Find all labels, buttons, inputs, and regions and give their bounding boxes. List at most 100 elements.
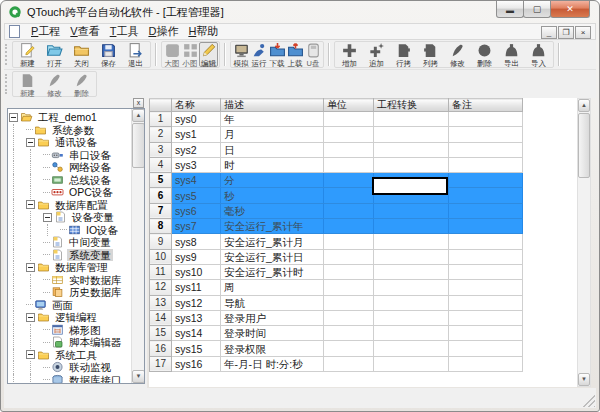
cell-name[interactable]: sys13 <box>172 310 221 325</box>
toolbar-button-big-icons[interactable]: 大图 <box>163 42 181 67</box>
row-number[interactable]: 13 <box>150 295 172 310</box>
cell-unit[interactable] <box>324 112 374 127</box>
cell-note[interactable] <box>449 264 523 279</box>
row-number[interactable]: 3 <box>150 142 172 157</box>
tree-item-通讯设备[interactable]: 通讯设备 <box>9 136 130 149</box>
cell-note[interactable] <box>449 280 523 295</box>
cell-name[interactable]: sys6 <box>172 203 221 218</box>
row-number[interactable]: 9 <box>150 234 172 249</box>
cell-unit[interactable] <box>324 188 374 203</box>
cell-conv[interactable] <box>374 341 449 356</box>
toolbar-button-small-icons[interactable]: 小图 <box>181 42 199 67</box>
cell-note[interactable] <box>449 219 523 234</box>
row-number[interactable]: 12 <box>150 280 172 295</box>
row-number[interactable]: 10 <box>150 249 172 264</box>
tree-item-系统参数[interactable]: 系统参数 <box>9 124 130 137</box>
cell-desc[interactable]: 登录用户 <box>221 310 324 325</box>
tree-expander-minus[interactable] <box>26 138 35 147</box>
cell-desc[interactable]: 秒 <box>221 188 324 203</box>
tree-item-OPC设备[interactable]: OPC设备 <box>9 186 130 199</box>
menu-P工程[interactable]: P工程 <box>26 24 65 38</box>
cell-conv[interactable] <box>374 310 449 325</box>
cell-desc[interactable]: 安全运行_累计日 <box>221 249 324 264</box>
tree-scrollbar[interactable]: ▲ ▼ <box>131 109 144 383</box>
row-number[interactable]: 17 <box>150 356 172 371</box>
cell-desc[interactable]: 月 <box>221 127 324 142</box>
tree-item-实时数据库[interactable]: 实时数据库 <box>9 274 130 287</box>
toolbar-button-simulate[interactable]: 模拟 <box>232 42 250 67</box>
cell-conv[interactable] <box>374 264 449 279</box>
tree-expander-minus[interactable] <box>26 313 35 322</box>
cell-unit[interactable] <box>324 280 374 295</box>
menu-D操作[interactable]: D操作 <box>143 24 183 38</box>
cell-note[interactable] <box>449 203 523 218</box>
toolbar-button-folder-open[interactable]: 打开 <box>41 42 68 67</box>
cell-unit[interactable] <box>324 127 374 142</box>
cell-conv[interactable] <box>374 142 449 157</box>
cell-conv[interactable] <box>374 326 449 341</box>
tree-expander-minus[interactable] <box>26 350 35 359</box>
tree-item-中间变量[interactable]: 中间变量 <box>9 236 130 249</box>
column-header-单位[interactable]: 单位 <box>324 99 374 112</box>
cell-note[interactable] <box>449 295 523 310</box>
row-number[interactable]: 5 <box>150 173 172 188</box>
cell-name[interactable]: sys10 <box>172 264 221 279</box>
cell-name[interactable]: sys16 <box>172 356 221 371</box>
tree-item-总线设备[interactable]: 总线设备 <box>9 174 130 187</box>
toolbar-button-save[interactable]: 保存 <box>95 42 122 67</box>
toolbar-button-add[interactable]: 增加 <box>336 42 363 67</box>
cell-unit[interactable] <box>324 173 374 188</box>
toolbar-button-delete[interactable]: 删除 <box>471 42 498 67</box>
dock-close-button[interactable]: x <box>133 98 144 108</box>
tree-expander-minus[interactable] <box>43 213 52 222</box>
toolbar-button-folder-close[interactable]: 关闭 <box>68 42 95 67</box>
cell-name[interactable]: sys15 <box>172 341 221 356</box>
cell-conv[interactable] <box>374 127 449 142</box>
tree-item-画面[interactable]: 画面 <box>9 299 130 312</box>
tree-item-设备变量[interactable]: 设备变量 <box>9 211 130 224</box>
cell-note[interactable] <box>449 127 523 142</box>
cell-unit[interactable] <box>324 310 374 325</box>
row-number[interactable]: 16 <box>150 341 172 356</box>
cell-desc[interactable]: 时 <box>221 157 324 172</box>
cell-conv[interactable] <box>374 112 449 127</box>
cell-desc[interactable]: 安全运行_累计月 <box>221 234 324 249</box>
cell-desc[interactable]: 导航 <box>221 295 324 310</box>
cell-note[interactable] <box>449 173 523 188</box>
cell-name[interactable]: sys12 <box>172 295 221 310</box>
row-number[interactable]: 7 <box>150 203 172 218</box>
tree-scroll-up-button[interactable]: ▲ <box>132 109 145 122</box>
toolbar-button-row-copy[interactable]: 行拷 <box>390 42 417 67</box>
cell-conv[interactable] <box>374 157 449 172</box>
tree-item-数据库管理[interactable]: 数据库管理 <box>9 261 130 274</box>
cell-note[interactable] <box>449 112 523 127</box>
cell-name[interactable]: sys1 <box>172 127 221 142</box>
cell-note[interactable] <box>449 234 523 249</box>
cell-unit[interactable] <box>324 203 374 218</box>
column-header-corner[interactable] <box>150 99 172 112</box>
cell-note[interactable] <box>449 341 523 356</box>
tree-item-网络设备[interactable]: 网络设备 <box>9 161 130 174</box>
cell-note[interactable] <box>449 326 523 341</box>
tree-expander-minus[interactable] <box>9 113 18 122</box>
cell-name[interactable]: sys7 <box>172 219 221 234</box>
toolbar-button-append[interactable]: 追加 <box>363 42 390 67</box>
cell-desc[interactable]: 登录权限 <box>221 341 324 356</box>
cell-name[interactable]: sys9 <box>172 249 221 264</box>
row-number[interactable]: 4 <box>150 157 172 172</box>
row-number[interactable]: 8 <box>150 219 172 234</box>
menu-T工具[interactable]: T工具 <box>105 24 144 38</box>
resize-grip[interactable] <box>582 394 595 407</box>
toolbar-button-col-copy[interactable]: 列拷 <box>417 42 444 67</box>
cell-unit[interactable] <box>324 157 374 172</box>
cell-conv[interactable] <box>374 295 449 310</box>
tree-item-逻辑编程[interactable]: 逻辑编程 <box>9 311 130 324</box>
tree-item-梯形图[interactable]: 梯形图 <box>9 324 130 337</box>
cell-desc[interactable]: 毫秒 <box>221 203 324 218</box>
table-scroll-down-button[interactable]: ▼ <box>578 373 590 386</box>
cell-desc[interactable]: 安全运行_累计年 <box>221 219 324 234</box>
column-header-描述[interactable]: 描述 <box>221 99 324 112</box>
cell-unit[interactable] <box>324 234 374 249</box>
tree-item-脚本编辑器[interactable]: 脚本编辑器 <box>9 336 130 349</box>
tree-item-系统工具[interactable]: 系统工具 <box>9 349 130 362</box>
